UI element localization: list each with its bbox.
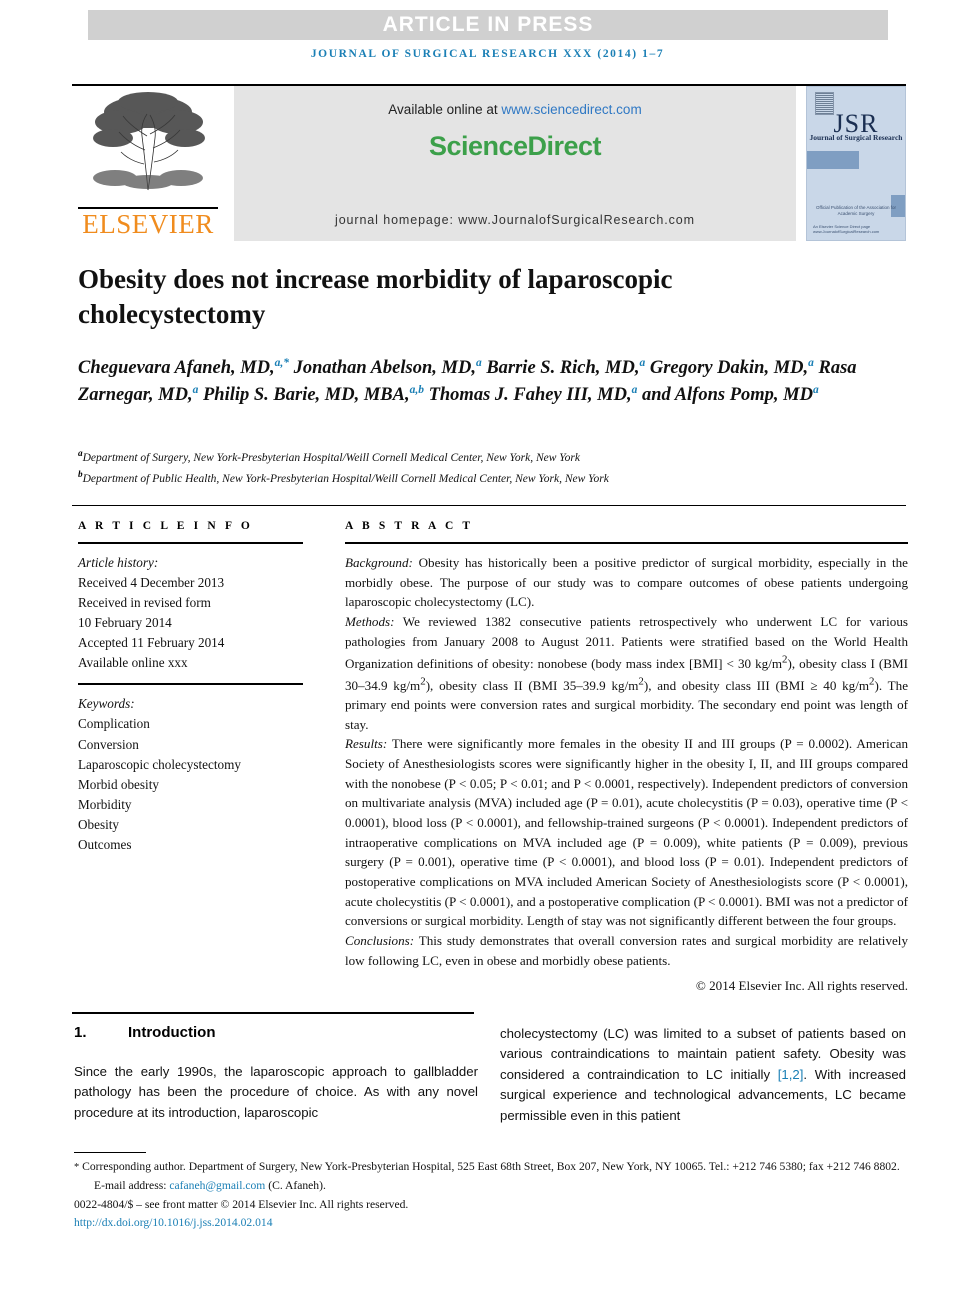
affiliation-b-text: Department of Public Health, New York-Pr… [82, 473, 609, 486]
email-note: E-mail address: cafaneh@gmail.com (C. Af… [74, 1177, 914, 1196]
history-item: Accepted 11 February 2014 [78, 635, 225, 651]
history-item: Received in revised form [78, 595, 211, 611]
keyword-item: Morbid obesity [78, 776, 159, 792]
abstract-methods-label: Methods: [345, 613, 395, 629]
elsevier-tree-icon [93, 92, 205, 191]
citation-link[interactable]: [1,2] [778, 1067, 804, 1082]
issn-line: 0022-4804/$ – see front matter © 2014 El… [74, 1197, 409, 1211]
page-title: Obesity does not increase morbidity of l… [78, 264, 673, 329]
history-item: Available online xxx [78, 655, 188, 671]
journal-masthead: ELSEVIER Available online at www.science… [72, 84, 906, 241]
article-in-press-label: ARTICLE IN PRESS [382, 13, 594, 36]
abstract-copyright: © 2014 Elsevier Inc. All rights reserved… [695, 978, 908, 994]
abstract-heading: A B S T R A C T [345, 520, 474, 532]
cover-foot-text: An Elsevier Science Direct page www.Jour… [813, 223, 880, 235]
abstract-body: Background: Obesity has historically bee… [345, 553, 908, 996]
section-divider-top [72, 505, 906, 506]
abstract-results-text: There were significantly more females in… [345, 736, 908, 929]
keyword-item: Laparoscopic cholecystectomy [78, 756, 241, 772]
abstract-background-label: Background: [345, 555, 413, 570]
history-item: Received 4 December 2013 [78, 575, 225, 591]
abstract-conclusions-label: Conclusions: [345, 932, 415, 948]
footnote-block: * Corresponding author. Department of Su… [74, 1158, 914, 1233]
abstract-divider [345, 542, 908, 544]
keyword-item: Morbidity [78, 796, 132, 812]
introduction-right-column: cholecystectomy (LC) was limited to a su… [500, 1024, 906, 1126]
keywords-block: Keywords: Complication Conversion Laparo… [78, 694, 303, 855]
abstract-methods: Methods: We reviewed 1382 consecutive pa… [345, 612, 908, 735]
elsevier-wordmark: ELSEVIER [82, 209, 214, 239]
keyword-item: Conversion [78, 736, 139, 752]
article-page: ARTICLE IN PRESS JOURNAL OF SURGICAL RES… [0, 0, 975, 1305]
introduction-left-column: Since the early 1990s, the laparoscopic … [74, 1064, 478, 1120]
keyword-item: Outcomes [78, 836, 132, 852]
journal-running-head: JOURNAL OF SURGICAL RESEARCH XXX (2014) … [310, 48, 665, 60]
available-online-line: Available online at www.sciencedirect.co… [234, 102, 796, 117]
email-link[interactable]: cafaneh@gmail.com [169, 1179, 265, 1192]
email-suffix: (C. Afaneh). [265, 1178, 326, 1192]
cover-subtitle: Journal of Surgical Research [809, 133, 903, 142]
article-in-press-banner: ARTICLE IN PRESS [88, 10, 888, 40]
corresponding-author-text: Corresponding author. Department of Surg… [79, 1160, 900, 1173]
introduction-divider [72, 1012, 474, 1014]
email-label: E-mail address: [94, 1178, 170, 1192]
affiliation-a: aDepartment of Surgery, New York-Presbyt… [78, 448, 580, 464]
keyword-item: Obesity [78, 816, 120, 832]
sciencedirect-logo: ScienceDirect [428, 131, 602, 161]
introduction-title: Introduction [128, 1024, 216, 1041]
sciencedirect-url-link[interactable]: www.sciencedirect.com [501, 102, 641, 117]
affiliation-b: bDepartment of Public Health, New York-P… [78, 469, 609, 486]
author-list: Cheguevara Afaneh, MD,a,* Jonathan Abels… [78, 357, 857, 406]
keyword-item: Complication [78, 716, 150, 732]
article-info-heading: A R T I C L E I N F O [78, 520, 253, 532]
cover-accent-bar-left [807, 151, 859, 169]
elsevier-logo-block: ELSEVIER [72, 86, 224, 241]
abstract-column: A B S T R A C T Background: Obesity has … [345, 520, 908, 996]
sciencedirect-banner: Available online at www.sciencedirect.co… [234, 86, 796, 241]
affiliation-list: aDepartment of Surgery, New York-Presbyt… [78, 446, 898, 489]
available-online-prefix: Available online at [388, 102, 502, 117]
journal-homepage-line[interactable]: journal homepage: www.JournalofSurgicalR… [234, 213, 796, 227]
introduction-heading: 1. Introduction [74, 1024, 476, 1041]
journal-cover-thumbnail: JSR Journal of Surgical Research Officia… [806, 86, 906, 241]
corresponding-author-note: * Corresponding author. Department of Su… [74, 1158, 914, 1177]
article-info-divider [78, 542, 303, 544]
doi-link[interactable]: http://dx.doi.org/10.1016/j.jss.2014.02.… [74, 1214, 914, 1233]
article-info-column: A R T I C L E I N F O Article history: R… [78, 520, 303, 855]
history-item: 10 February 2014 [78, 615, 172, 631]
abstract-background-text: Obesity has historically been a positive… [345, 555, 908, 610]
introduction-number: 1. [74, 1024, 87, 1041]
abstract-methods-text: We reviewed 1382 consecutive patients re… [345, 613, 909, 732]
footnote-divider [74, 1152, 146, 1153]
keywords-label: Keywords: [78, 696, 135, 712]
abstract-conclusions-text: This study demonstrates that overall con… [345, 932, 908, 968]
abstract-conclusions: Conclusions: This study demonstrates tha… [345, 931, 908, 970]
abstract-results-label: Results: [345, 736, 388, 752]
article-history-label: Article history: [78, 555, 159, 570]
abstract-results: Results: There were significantly more f… [345, 734, 908, 930]
abstract-background: Background: Obesity has historically bee… [345, 553, 908, 612]
keywords-divider [78, 683, 303, 686]
affiliation-a-text: Department of Surgery, New York-Presbyte… [82, 451, 580, 464]
cover-mid-text: Official Publication of the Association … [816, 205, 896, 217]
article-history-block: Article history: Received 4 December 201… [78, 553, 303, 673]
